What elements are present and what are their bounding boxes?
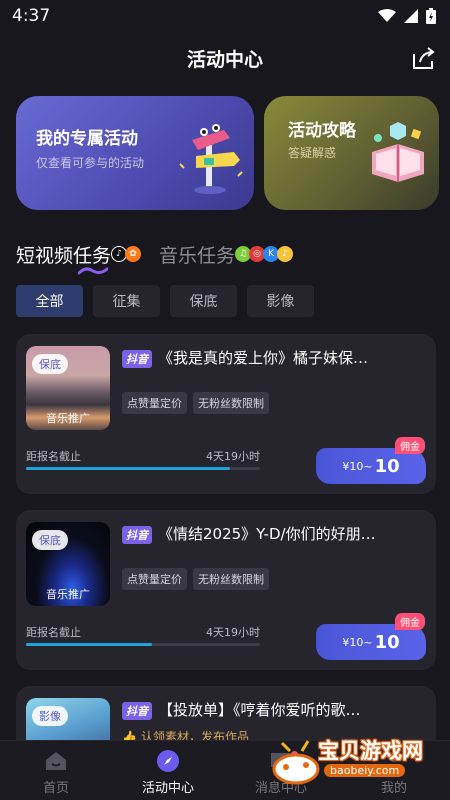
deadline-time: 4天19小时 [206,450,260,463]
price-value: 10 [374,455,400,477]
gamepad-logo-icon [272,740,320,785]
watermark-title: 宝贝游戏网 [318,739,423,763]
task-type-tabs: 短视频任务 ♪ ✿ 音乐任务 ♫ ◎ K ♪ [16,236,311,274]
home-icon [46,752,66,770]
deadline-label: 距报名截止 [26,626,81,639]
price-range: ¥10~ [342,635,373,649]
card-tags: 点赞量定价 无粉丝数限制 [122,392,269,414]
banner-title: 我的专属活动 [36,129,138,149]
cover-image: 保底 音乐推广 [26,346,110,430]
kuaishou-icon: ✿ [125,246,142,262]
filter-guaranteed[interactable]: 保底 [170,285,237,317]
cover-tag: 影像 [32,706,68,726]
watermark: 宝贝游戏网 baobeiy.com [262,725,450,800]
card-title: 【投放单】《哼着你爱听的歌… [158,701,361,719]
douyin-badge: 抖音 [122,350,152,368]
book-icon [372,122,424,182]
platform-icons: ♪ ✿ [111,246,142,262]
commission-badge: 佣金 [395,437,425,454]
tab-short-video-tasks[interactable]: 短视频任务 ♪ ✿ [16,241,142,274]
wifi-icon [378,9,396,22]
nav-label: 活动中心 [141,781,194,796]
progress-fill [26,467,230,470]
header: 活动中心 [0,38,450,78]
task-card[interactable]: 保底 音乐推广 抖音 《情结2025》Y-D/你们的好朋… 点赞量定价 无粉丝数… [16,510,436,670]
tab-label: 音乐任务 [159,244,236,267]
tab-music-tasks[interactable]: 音乐任务 ♫ ◎ K ♪ [159,241,294,268]
status-bar: 4:37 [0,0,450,32]
banner-title: 活动攻略 [288,121,356,141]
compass-icon [157,750,179,772]
tab-label: 短视频任务 [16,244,112,267]
task-card[interactable]: 保底 音乐推广 抖音 《我是真的爱上你》橘子妹保… 点赞量定价 无粉丝数限制 距… [16,334,436,494]
douyin-badge: 抖音 [122,526,152,544]
card-tags: 点赞量定价 无粉丝数限制 [122,568,269,590]
deadline-progress-bar [26,643,260,646]
filter-video[interactable]: 影像 [247,285,314,317]
deadline-time: 4天19小时 [206,626,260,639]
deadline-label: 距报名截止 [26,450,81,463]
cover-image: 保底 音乐推广 [26,522,110,606]
cover-caption: 音乐推广 [46,412,90,425]
nav-home[interactable]: 首页 [0,741,112,800]
price-value: 10 [374,631,400,653]
price-range: ¥10~ [342,459,373,473]
cover-tag: 保底 [32,354,68,374]
share-icon[interactable] [410,44,438,72]
status-icons [378,8,436,24]
watermark-url: baobeiy.com [324,764,406,777]
card-title: 《我是真的爱上你》橘子妹保… [158,349,369,367]
my-activities-banner[interactable]: 我的专属活动 仅查看可参与的活动 [16,96,254,210]
signpost-icon [179,124,243,194]
card-title: 《情结2025》Y-D/你们的好朋… [158,525,376,543]
battery-icon [426,8,436,24]
page-title: 活动中心 [186,48,263,71]
cover-caption: 音乐推广 [46,588,90,601]
filter-all[interactable]: 全部 [16,285,83,317]
tag: 点赞量定价 [122,568,187,590]
tag: 无粉丝数限制 [193,392,269,414]
status-time: 4:37 [12,6,51,26]
progress-fill [26,643,153,646]
nav-label: 首页 [42,781,69,796]
cover-tag: 保底 [32,530,68,550]
commission-badge: 佣金 [395,613,425,630]
activity-guide-banner[interactable]: 活动攻略 答疑解惑 [264,96,439,210]
tag: 无粉丝数限制 [193,568,269,590]
qq-music-icon: ♪ [277,246,294,262]
tag: 点赞量定价 [122,392,187,414]
filter-collect[interactable]: 征集 [93,285,160,317]
platform-icons: ♫ ◎ K ♪ [235,246,294,262]
douyin-badge: 抖音 [122,702,152,720]
signal-icon [404,9,418,23]
banner-subtitle: 答疑解惑 [288,146,337,160]
nav-activity-center[interactable]: 活动中心 [112,741,224,800]
tab-underline [78,266,108,274]
banner-subtitle: 仅查看可参与的活动 [36,156,145,170]
filter-chips: 全部 征集 保底 影像 [16,285,314,317]
deadline-progress-bar [26,467,260,470]
